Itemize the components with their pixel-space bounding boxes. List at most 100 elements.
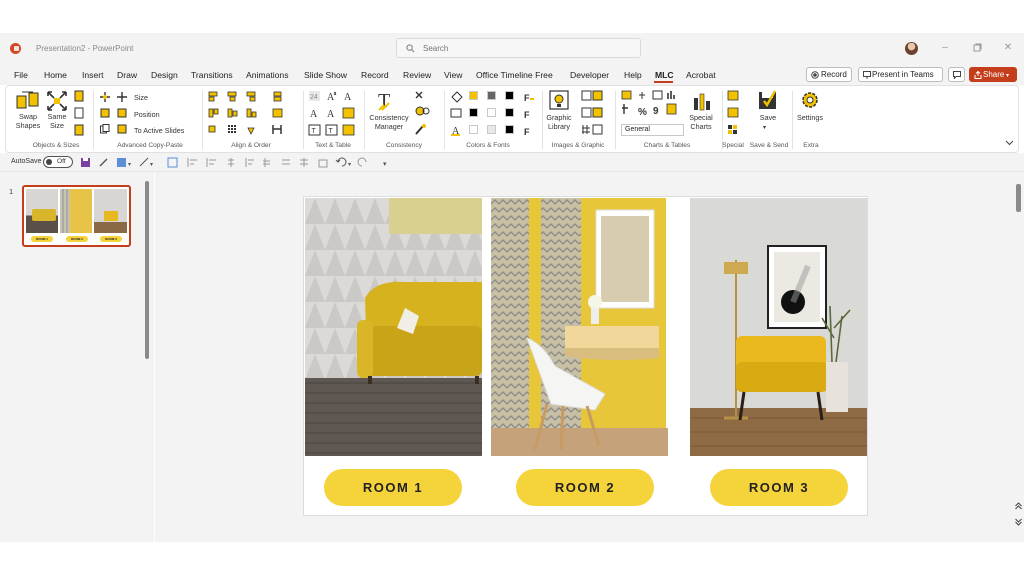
same-size-icon[interactable] [46,90,68,112]
color-swatch-black-4[interactable] [505,125,514,134]
size-arrows-icon[interactable] [117,92,127,102]
comments-button[interactable] [948,67,965,82]
position-label[interactable]: Position [134,110,160,119]
group-save-send: Save & Send [749,142,789,149]
restore-icon[interactable] [972,43,982,53]
thumb-photo-2 [60,189,92,233]
tab-office-timeline[interactable]: Office Timeline Free [476,70,553,80]
color-swatch-black[interactable] [505,91,514,100]
group-align-order: Align & Order [231,142,271,149]
present-icon [863,71,871,79]
tab-insert[interactable]: Insert [82,70,104,80]
align-size-icons[interactable] [74,90,84,146]
tab-help[interactable]: Help [624,70,642,80]
special-tools-icons[interactable] [727,90,739,138]
size-icon[interactable] [100,92,110,102]
swap-shapes-icon[interactable] [16,90,40,112]
graphic-library-icon[interactable] [549,90,569,112]
tab-acrobat[interactable]: Acrobat [686,70,716,80]
color-swatch-white[interactable] [487,108,496,117]
tab-record[interactable]: Record [361,70,389,80]
close-icon[interactable]: ✕ [1003,43,1013,53]
color-swatch-white-2[interactable] [469,125,478,134]
room-1-photo[interactable] [305,198,482,456]
image-tools-icons[interactable] [581,90,603,138]
svg-text:9: 9 [653,106,659,117]
scroll-page-icons[interactable] [1015,502,1022,526]
to-active-slides-label[interactable]: To Active Slides [134,126,184,135]
search-box[interactable] [396,38,641,58]
room-2-label[interactable]: ROOM 2 [516,469,654,506]
settings-icon[interactable] [799,89,821,111]
tab-review[interactable]: Review [403,70,431,80]
color-swatch-yellow[interactable] [469,91,478,100]
text-table-icons[interactable]: 24 A A A A T T [308,90,360,138]
tab-animations[interactable]: Animations [246,70,289,80]
tab-slide-show[interactable]: Slide Show [304,70,347,80]
tab-transitions[interactable]: Transitions [191,70,233,80]
room-3-photo[interactable] [690,198,867,456]
room-2-photo[interactable] [491,198,668,456]
color-swatch-black-2[interactable] [469,108,478,117]
consistency-tools-icons[interactable] [414,90,436,138]
number-format-select[interactable]: General [621,124,684,136]
consistency-manager-label: Consistency Manager [369,113,409,131]
font-tools-icons[interactable]: FFF [523,91,535,137]
slide-number: 1 [9,187,14,196]
tab-view[interactable]: View [444,70,462,80]
thumb-label-3: ROOM 3 [100,236,122,242]
scrollbar-thumb[interactable] [1016,184,1021,212]
group-text-table: Text & Table [315,142,351,149]
group-advanced-copy-paste: Advanced Copy-Paste [117,142,183,149]
minimize-icon[interactable]: – [940,43,950,53]
consistency-manager-icon[interactable]: T [376,89,398,113]
slide[interactable]: ROOM 1 ROOM 2 ROOM 3 [304,197,867,515]
settings-label: Settings [797,113,823,122]
svg-text:▾: ▾ [128,162,131,168]
share-button[interactable]: Share ▾ [969,67,1017,82]
title-bar: Presentation2 - PowerPoint – ✕ [0,33,1024,63]
group-divider [364,91,365,149]
color-swatch-gray[interactable] [487,91,496,100]
svg-text:A: A [344,92,352,103]
position-icon[interactable] [100,108,110,118]
size-label[interactable]: Size [134,93,148,102]
tab-mlc[interactable]: MLC [655,70,674,80]
chart-tools-icons[interactable]: % 9 [621,90,681,120]
thumbnail-scrollbar[interactable] [145,181,149,359]
special-charts-icon[interactable] [692,91,712,111]
record-button[interactable]: Record [806,67,852,82]
thumb-label-2: ROOM 2 [66,236,88,242]
present-label: Present in Teams [872,70,934,79]
ribbon-collapse-icon[interactable] [1005,140,1014,146]
save-icon[interactable] [757,89,779,111]
group-divider [615,91,616,149]
tab-design[interactable]: Design [151,70,178,80]
room-3-label[interactable]: ROOM 3 [710,469,848,506]
tab-home[interactable]: Home [44,70,67,80]
qat-icons[interactable]: ▾ ▾ ▾ ▾ [80,157,390,168]
share-label: Share [983,70,1005,79]
tab-developer[interactable]: Developer [570,70,609,80]
save-dropdown-icon[interactable]: ▾ [763,124,766,133]
color-swatch-black-3[interactable] [505,108,514,117]
avatar[interactable] [905,42,918,55]
align-order-icons[interactable] [207,90,297,138]
tab-draw[interactable]: Draw [117,70,137,80]
group-divider [93,91,94,149]
group-divider [303,91,304,149]
slide-thumbnail-1[interactable]: ROOM 1 ROOM 2 ROOM 3 [22,185,131,247]
color-swatch-light[interactable] [487,125,496,134]
tab-file[interactable]: File [14,70,28,80]
present-in-teams-button[interactable]: Present in Teams [858,67,943,82]
slide-scrollbar[interactable] [1012,172,1024,542]
position-paste-icon[interactable] [117,108,127,118]
save-label: Save [759,113,777,122]
search-input[interactable] [423,42,623,55]
svg-text:▾: ▾ [383,161,387,168]
room-1-label[interactable]: ROOM 1 [324,469,462,506]
thumb-photo-1 [26,189,58,233]
copy-slides-icon[interactable] [100,124,110,134]
active-slides-icon[interactable] [117,124,127,134]
color-tools-icons[interactable]: A [449,91,469,137]
